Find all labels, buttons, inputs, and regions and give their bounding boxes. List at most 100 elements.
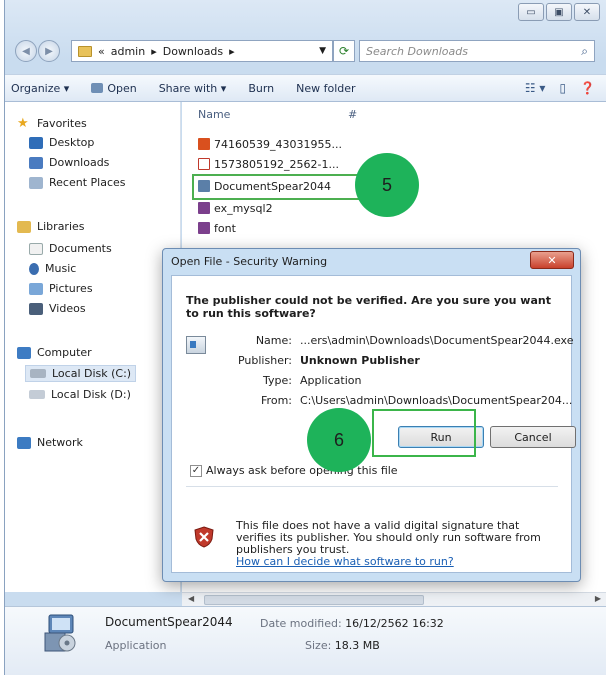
from-value: C:\Users\admin\Downloads\DocumentSpear20… (300, 394, 573, 407)
file-item[interactable]: ex_mysql2 (198, 200, 273, 216)
libraries-icon (17, 220, 31, 233)
cancel-button[interactable]: Cancel (490, 426, 576, 448)
network-icon (17, 436, 31, 449)
archive-icon (198, 202, 210, 214)
address-separator: ▸ (229, 44, 235, 58)
horizontal-scrollbar[interactable]: ◀ ▶ (182, 592, 606, 606)
nav-label: Local Disk (C:) (52, 367, 132, 380)
nav-recent-places[interactable]: Recent Places (29, 176, 126, 189)
address-dropdown-icon[interactable]: ▼ (319, 46, 326, 56)
desktop-icon (29, 136, 43, 149)
nav-libraries[interactable]: Libraries (17, 220, 85, 233)
nav-videos[interactable]: Videos (29, 302, 86, 315)
column-header-number[interactable]: # (348, 108, 357, 121)
drive-icon (29, 390, 45, 399)
minimize-button[interactable]: ▭ (518, 3, 544, 21)
nav-pictures[interactable]: Pictures (29, 282, 93, 295)
step-5-highlight (192, 174, 362, 200)
search-input[interactable]: Search Downloads ⌕ (359, 40, 595, 62)
file-item[interactable]: 1573805192_2562-1... (198, 156, 339, 172)
share-with-button[interactable]: Share with ▾ (159, 82, 227, 95)
maximize-button[interactable]: ▣ (546, 3, 572, 21)
nav-label: Recent Places (49, 176, 126, 189)
address-root: « (98, 44, 105, 58)
address-bar-row: ◀ ▶ « admin ▸ Downloads ▸ ▼ ⟳ Search Dow… (5, 36, 606, 66)
always-ask-checkbox-row[interactable]: ✓ Always ask before opening this file (190, 464, 398, 477)
details-size: Size: 18.3 MB (305, 639, 380, 652)
back-button[interactable]: ◀ (15, 40, 37, 62)
file-name: ex_mysql2 (214, 201, 273, 215)
warning-message: This file does not have a valid digital … (236, 519, 541, 556)
search-icon[interactable]: ⌕ (581, 44, 588, 59)
file-name: font (214, 221, 236, 235)
preview-pane-icon[interactable]: ▯ (559, 81, 566, 95)
always-ask-label: Always ask before opening this file (206, 464, 398, 477)
burn-button[interactable]: Burn (248, 82, 274, 95)
from-label: From: (261, 394, 292, 407)
music-icon (29, 262, 39, 275)
details-pane: DocumentSpear2044 Application Date modif… (5, 606, 606, 675)
drive-icon (30, 369, 46, 378)
nav-label: Music (45, 262, 77, 275)
address-segment-downloads[interactable]: Downloads (163, 45, 223, 58)
scrollbar-thumb[interactable] (204, 595, 424, 605)
file-name: 74160539_43031955... (214, 137, 342, 151)
forward-button[interactable]: ▶ (38, 40, 60, 62)
nav-music[interactable]: Music (29, 262, 76, 275)
nav-local-disk-d[interactable]: Local Disk (D:) (29, 388, 131, 401)
organize-button[interactable]: Organize ▾ (11, 82, 69, 95)
nav-documents[interactable]: Documents (29, 242, 112, 255)
command-bar: Organize ▾ Open Share with ▾ Burn New fo… (5, 74, 606, 102)
address-segment-admin[interactable]: admin (111, 45, 145, 58)
details-modified-label: Date modified: (260, 617, 342, 630)
publisher-value: Unknown Publisher (300, 354, 420, 367)
details-file-type: Application (105, 639, 167, 652)
file-item[interactable]: 74160539_43031955... (198, 136, 342, 152)
nav-local-disk-c[interactable]: Local Disk (C:) (25, 365, 137, 382)
nav-favorites[interactable]: ★ Favorites (17, 116, 87, 131)
file-name: 1573805192_2562-1... (214, 157, 339, 171)
nav-label: Pictures (49, 282, 93, 295)
archive-icon (198, 222, 210, 234)
address-separator: ▸ (151, 44, 157, 58)
help-icon[interactable]: ❓ (580, 81, 595, 95)
dialog-divider (186, 486, 558, 487)
help-link[interactable]: How can I decide what software to run? (236, 555, 454, 568)
nav-label: Downloads (49, 156, 110, 169)
nav-network[interactable]: Network (17, 436, 83, 449)
refresh-button[interactable]: ⟳ (333, 40, 355, 62)
nav-desktop[interactable]: Desktop (29, 136, 94, 149)
nav-label: Favorites (37, 117, 87, 130)
star-icon: ★ (17, 116, 29, 131)
nav-buttons: ◀ ▶ (15, 40, 61, 62)
details-file-name: DocumentSpear2044 (105, 615, 233, 629)
step-6-highlight (372, 409, 476, 457)
type-label: Type: (263, 374, 292, 387)
open-button[interactable]: Open (91, 82, 137, 95)
pictures-icon (29, 282, 43, 295)
address-field[interactable]: « admin ▸ Downloads ▸ ▼ (71, 40, 333, 62)
downloads-folder-icon (29, 156, 43, 169)
videos-icon (29, 302, 43, 315)
dialog-heading: The publisher could not be verified. Are… (186, 294, 551, 320)
program-icon (186, 336, 206, 354)
step-6-marker: 6 (307, 408, 371, 472)
open-icon (91, 83, 104, 93)
nav-downloads[interactable]: Downloads (29, 156, 109, 169)
dialog-close-button[interactable]: ✕ (530, 251, 574, 269)
file-item[interactable]: font (198, 220, 236, 236)
column-header-name[interactable]: Name (198, 108, 230, 121)
new-folder-button[interactable]: New folder (296, 82, 355, 95)
details-size-label: Size: (305, 639, 332, 652)
always-ask-checkbox[interactable]: ✓ (190, 464, 202, 477)
nav-label: Computer (37, 346, 92, 359)
change-view-icon[interactable]: ☷ ▾ (525, 81, 546, 95)
nav-computer[interactable]: Computer (17, 346, 92, 359)
step-5-marker: 5 (355, 153, 419, 217)
window-caption-buttons: ▭ ▣ ✕ (516, 3, 600, 21)
nav-label: Local Disk (D:) (51, 388, 131, 401)
nav-label: Libraries (37, 220, 85, 233)
close-window-button[interactable]: ✕ (574, 3, 600, 21)
scroll-right-icon[interactable]: ▶ (595, 594, 601, 603)
scroll-left-icon[interactable]: ◀ (188, 594, 194, 603)
